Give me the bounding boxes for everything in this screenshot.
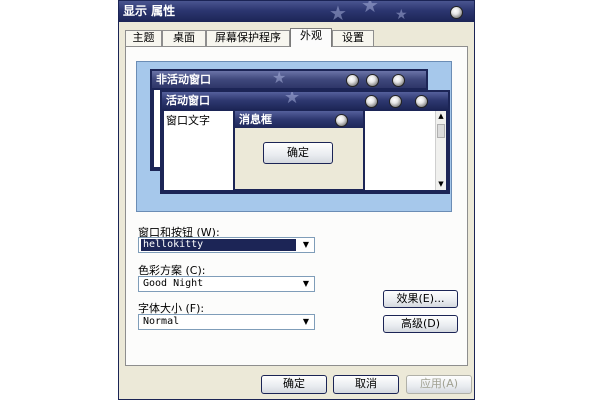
dialog-title: 显示 属性 [123,4,176,18]
display-properties-dialog: 显示 属性 ★ ★ ★ 主题 桌面 屏幕保护程序 外观 设置 非活动窗口 ★ 活… [118,0,475,400]
inactive-window-titlebar: 非活动窗口 ★ [152,71,426,88]
tab-desktop[interactable]: 桌面 [162,30,206,46]
star-decoration-icon: ★ [272,71,287,87]
title-orb-icon [415,95,428,108]
message-box-ok-button: 确定 [263,142,333,164]
star-decoration-icon: ★ [361,1,379,17]
title-orb-icon [392,74,405,87]
cancel-button[interactable]: 取消 [333,375,399,394]
dropdown-arrow-icon[interactable]: ▼ [299,278,313,290]
apply-button: 应用(A) [406,375,472,394]
scroll-up-icon: ▲ [438,112,444,120]
star-decoration-icon: ★ [329,1,347,22]
inactive-window-title: 非活动窗口 [156,73,211,86]
title-orb-icon [366,74,379,87]
active-window-titlebar: 活动窗口 ★ [162,92,448,109]
ok-button[interactable]: 确定 [261,375,327,394]
dialog-titlebar[interactable]: 显示 属性 ★ ★ ★ [119,1,474,22]
font-size-select[interactable]: Normal ▼ [138,314,315,330]
color-scheme-value: Good Night [143,278,204,289]
advanced-button[interactable]: 高级(D) [383,315,458,333]
font-size-value: Normal [143,316,180,327]
appearance-preview: 非活动窗口 ★ 活动窗口 ★ 窗口文字 ▲ ▼ 消息框 确定 [136,61,452,212]
dropdown-arrow-icon[interactable]: ▼ [299,239,313,251]
window-text-sample: 窗口文字 [166,114,210,127]
windows-buttons-value: hellokitty [141,239,296,251]
tab-appearance[interactable]: 外观 [290,28,332,47]
windows-buttons-select[interactable]: hellokitty ▼ [138,237,315,253]
tab-themes[interactable]: 主题 [125,30,162,46]
tab-screensaver[interactable]: 屏幕保护程序 [206,30,290,46]
effects-button[interactable]: 效果(E)... [383,290,458,308]
message-box-title: 消息框 [239,113,272,126]
scroll-thumb [437,124,445,138]
title-orb-icon [389,95,402,108]
message-box-titlebar: 消息框 [235,111,363,128]
tab-settings[interactable]: 设置 [332,30,374,46]
star-decoration-icon: ★ [284,92,301,108]
preview-message-box: 消息框 确定 [233,109,365,191]
title-orb-icon [335,114,348,127]
title-orb-icon[interactable] [450,6,463,19]
star-decoration-icon: ★ [395,7,408,22]
preview-scrollbar: ▲ ▼ [435,111,446,190]
dropdown-arrow-icon[interactable]: ▼ [299,316,313,328]
title-orb-icon [346,74,359,87]
title-orb-icon [365,95,378,108]
active-window-title: 活动窗口 [166,94,210,107]
color-scheme-select[interactable]: Good Night ▼ [138,276,315,292]
scroll-down-icon: ▼ [438,180,444,188]
